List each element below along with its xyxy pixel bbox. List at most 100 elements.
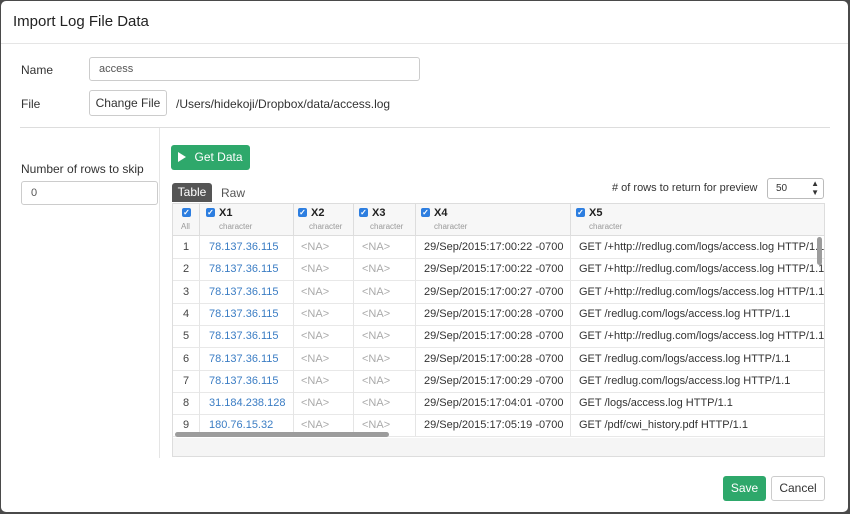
get-data-button[interactable]: Get Data — [171, 145, 250, 170]
column-name: X4 — [434, 207, 448, 219]
cell-x3: <NA> — [354, 302, 416, 325]
cell-x1: 78.137.36.115 — [200, 347, 294, 370]
column-name: X1 — [219, 207, 233, 219]
table-row[interactable]: 8 31.184.238.128 <NA> <NA> 29/Sep/2015:17:04… — [173, 392, 824, 416]
cell-x2: <NA> — [294, 325, 354, 348]
column-name: X3 — [372, 207, 386, 219]
save-button[interactable]: Save — [723, 476, 766, 501]
cell-x2: <NA> — [294, 392, 354, 415]
ip-link[interactable]: 78.137.36.115 — [209, 353, 279, 365]
cell-x3: <NA> — [354, 258, 416, 281]
ip-link[interactable]: 31.184.238.128 — [209, 397, 285, 409]
cell-x4: 29/Sep/2015:17:00:22 -0700 — [416, 236, 571, 258]
row-index: 5 — [173, 325, 200, 348]
cell-x5: GET /redlug.com/logs/access.log HTTP/1.1 — [579, 307, 791, 320]
cancel-button[interactable]: Cancel — [771, 476, 825, 501]
row-index: 8 — [173, 392, 200, 415]
cell-x3: <NA> — [354, 392, 416, 415]
change-file-button[interactable]: Change File — [89, 90, 167, 116]
cell-x1: 31.184.238.128 — [200, 392, 294, 415]
cell-x1: 78.137.36.115 — [200, 325, 294, 348]
header-x4: ✓ X4 character — [416, 204, 571, 235]
ip-link[interactable]: 78.137.36.115 — [209, 263, 279, 275]
row-index: 4 — [173, 302, 200, 325]
header-x1: ✓ X1 character — [200, 204, 294, 235]
horizontal-scrollbar[interactable] — [175, 432, 389, 437]
dialog-header: Import Log File Data — [1, 1, 848, 44]
file-path: /Users/hidekoji/Dropbox/data/access.log — [176, 97, 391, 111]
import-dialog: Import Log File Data Name access File Ch… — [1, 1, 848, 512]
row-index: 2 — [173, 258, 200, 281]
row-index: 6 — [173, 347, 200, 370]
grid-header-row: ✓ All ✓ X1 character ✓ X2 character ✓ X3… — [173, 204, 824, 236]
cell-x3: <NA> — [354, 280, 416, 303]
cell-x4: 29/Sep/2015:17:00:22 -0700 — [416, 258, 571, 281]
cell-x4: 29/Sep/2015:17:00:28 -0700 — [416, 302, 571, 325]
vertical-divider — [159, 128, 160, 458]
column-type: character — [434, 222, 468, 231]
header-all: ✓ All — [173, 204, 200, 235]
cell-x2: <NA> — [294, 302, 354, 325]
name-input[interactable]: access — [89, 57, 420, 81]
grid-viewport: ✓ All ✓ X1 character ✓ X2 character ✓ X3… — [173, 204, 824, 438]
cell-x2: <NA> — [294, 347, 354, 370]
checkbox-checked-icon[interactable]: ✓ — [206, 208, 215, 217]
file-label: File — [21, 97, 41, 111]
header-x3: ✓ X3 character — [354, 204, 416, 235]
cell-x3: <NA> — [354, 325, 416, 348]
cell-x1: 78.137.36.115 — [200, 280, 294, 303]
cell-x2: <NA> — [294, 369, 354, 392]
header-x2: ✓ X2 character — [294, 204, 354, 235]
ip-link[interactable]: 78.137.36.115 — [209, 375, 279, 387]
column-type: character — [589, 222, 623, 231]
preview-rows-value: 50 — [776, 183, 788, 194]
table-row[interactable]: 1 78.137.36.115 <NA> <NA> 29/Sep/2015:17:00:… — [173, 236, 824, 259]
cell-x1: 78.137.36.115 — [200, 302, 294, 325]
get-data-label: Get Data — [194, 150, 243, 164]
cell-x2: <NA> — [294, 280, 354, 303]
skip-rows-input[interactable]: 0 — [21, 181, 158, 205]
tab-raw[interactable]: Raw — [221, 186, 245, 200]
cell-x4: 29/Sep/2015:17:00:29 -0700 — [416, 369, 571, 392]
cell-x4: 29/Sep/2015:17:04:01 -0700 — [416, 392, 571, 415]
table-row[interactable]: 6 78.137.36.115 <NA> <NA> 29/Sep/2015:17:00:… — [173, 347, 824, 371]
checkbox-checked-icon[interactable]: ✓ — [359, 208, 368, 217]
cell-x5: GET /redlug.com/logs/access.log HTTP/1.1 — [579, 374, 791, 387]
table-row[interactable]: 5 78.137.36.115 <NA> <NA> 29/Sep/2015:17:00:… — [173, 325, 824, 349]
cell-x2: <NA> — [294, 236, 354, 258]
vertical-scrollbar[interactable] — [817, 237, 822, 265]
header-x5: ✓ X5 character — [571, 204, 824, 235]
preview-rows-select[interactable]: 50 ▲ ▼ — [767, 178, 824, 199]
cell-x1: 78.137.36.115 — [200, 236, 294, 258]
checkbox-checked-icon[interactable]: ✓ — [576, 208, 585, 217]
play-icon — [178, 152, 187, 162]
name-label: Name — [21, 63, 54, 77]
checkbox-checked-icon[interactable]: ✓ — [298, 208, 307, 217]
row-index: 1 — [173, 236, 200, 258]
checkbox-checked-icon[interactable]: ✓ — [182, 208, 191, 217]
cell-x5: GET /logs/access.log HTTP/1.1 — [579, 397, 733, 410]
cell-x4: 29/Sep/2015:17:00:28 -0700 — [416, 347, 571, 370]
table-row[interactable]: 3 78.137.36.115 <NA> <NA> 29/Sep/2015:17:00:… — [173, 280, 824, 304]
table-row[interactable]: 7 78.137.36.115 <NA> <NA> 29/Sep/2015:17:00:… — [173, 369, 824, 393]
cell-x2: <NA> — [294, 258, 354, 281]
all-label: All — [181, 222, 190, 231]
cell-x3: <NA> — [354, 236, 416, 258]
ip-link[interactable]: 78.137.36.115 — [209, 286, 279, 298]
ip-link[interactable]: 78.137.36.115 — [209, 241, 279, 253]
table-row[interactable]: 2 78.137.36.115 <NA> <NA> 29/Sep/2015:17:00:… — [173, 258, 824, 282]
cell-x1: 78.137.36.115 — [200, 369, 294, 392]
cell-x5: GET /+http://redlug.com/logs/access.log … — [579, 330, 824, 343]
row-index: 7 — [173, 369, 200, 392]
tab-table[interactable]: Table — [172, 183, 212, 202]
column-type: character — [219, 222, 253, 231]
cell-x5: GET /+http://redlug.com/logs/access.log … — [579, 285, 824, 298]
cell-x4: 29/Sep/2015:17:00:27 -0700 — [416, 280, 571, 303]
ip-link[interactable]: 78.137.36.115 — [209, 308, 279, 320]
cell-x5: GET /+http://redlug.com/logs/access.log … — [579, 263, 824, 276]
cell-x4: 29/Sep/2015:17:00:28 -0700 — [416, 325, 571, 348]
table-row[interactable]: 4 78.137.36.115 <NA> <NA> 29/Sep/2015:17:00:… — [173, 302, 824, 326]
select-arrows-icon: ▲ ▼ — [811, 179, 819, 197]
checkbox-checked-icon[interactable]: ✓ — [421, 208, 430, 217]
ip-link[interactable]: 78.137.36.115 — [209, 330, 279, 342]
